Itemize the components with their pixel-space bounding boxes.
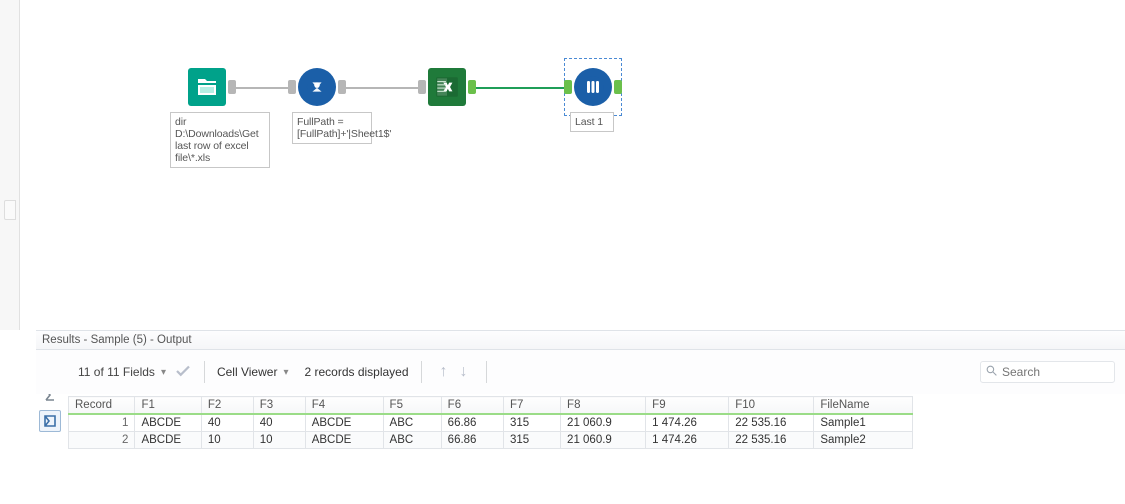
caret-down-icon[interactable]: ▾ xyxy=(283,367,288,378)
workflow-canvas[interactable]: dir D:\Downloads\Get last row of excel f… xyxy=(20,0,1125,330)
arrow-down-icon[interactable]: ↓ xyxy=(460,363,468,381)
cell[interactable]: 40 xyxy=(253,414,305,432)
column-header[interactable]: F3 xyxy=(253,397,305,415)
results-toolbar: 11 of 11 Fields ▾ Cell Viewer ▾ 2 record… xyxy=(36,350,1125,394)
column-header[interactable]: F4 xyxy=(305,397,383,415)
column-header[interactable]: F1 xyxy=(135,397,201,415)
table-row[interactable]: 2ABCDE1010ABCDEABC66.8631521 060.91 474.… xyxy=(69,432,913,449)
tool-label: dir D:\Downloads\Get last row of excel f… xyxy=(170,112,270,168)
formula-icon xyxy=(306,76,328,98)
anchor-out[interactable] xyxy=(468,80,476,94)
cell[interactable]: 66.86 xyxy=(441,432,503,449)
cell[interactable]: 10 xyxy=(201,432,253,449)
cell[interactable]: 21 060.9 xyxy=(561,414,646,432)
search-field[interactable] xyxy=(980,361,1115,383)
search-input[interactable] xyxy=(1002,365,1110,379)
cell[interactable]: ABCDE xyxy=(305,432,383,449)
anchor-out[interactable] xyxy=(614,80,622,94)
divider xyxy=(486,361,487,383)
table-row[interactable]: 1ABCDE4040ABCDEABC66.8631521 060.91 474.… xyxy=(69,414,913,432)
cell[interactable]: ABC xyxy=(383,432,441,449)
anchor-out[interactable] xyxy=(338,80,346,94)
cell[interactable]: Sample2 xyxy=(814,432,913,449)
connector xyxy=(236,87,288,89)
cell[interactable]: 1 474.26 xyxy=(646,432,729,449)
left-sidebar xyxy=(0,0,20,330)
tool-label: Last 1 xyxy=(570,112,614,132)
cell[interactable]: ABC xyxy=(383,414,441,432)
cell[interactable]: 315 xyxy=(503,414,560,432)
column-header[interactable]: F2 xyxy=(201,397,253,415)
directory-icon xyxy=(195,75,219,99)
column-header[interactable]: F7 xyxy=(503,397,560,415)
cell[interactable]: 10 xyxy=(253,432,305,449)
anchor-in[interactable] xyxy=(418,80,426,94)
caret-down-icon[interactable]: ▾ xyxy=(161,367,166,378)
connector xyxy=(476,87,564,89)
cell[interactable]: ABCDE xyxy=(305,414,383,432)
tool-directory[interactable]: dir D:\Downloads\Get last row of excel f… xyxy=(188,68,226,106)
cell[interactable]: 22 535.16 xyxy=(729,414,814,432)
cell[interactable]: ABCDE xyxy=(135,414,201,432)
column-header[interactable]: F8 xyxy=(561,397,646,415)
cell[interactable]: 1 474.26 xyxy=(646,414,729,432)
column-header[interactable]: Record xyxy=(69,397,135,415)
column-header[interactable]: F6 xyxy=(441,397,503,415)
results-grid[interactable]: RecordF1F2F3F4F5F6F7F8F9F10FileName 1ABC… xyxy=(68,396,913,449)
column-header[interactable]: FileName xyxy=(814,397,913,415)
cell[interactable]: 1 xyxy=(69,414,135,432)
excel-icon xyxy=(434,74,460,100)
cell[interactable]: 2 xyxy=(69,432,135,449)
anchor-out[interactable] xyxy=(228,80,236,94)
cell-viewer-label[interactable]: Cell Viewer xyxy=(217,365,277,379)
cell[interactable]: ABCDE xyxy=(135,432,201,449)
anchor-in[interactable] xyxy=(564,80,572,94)
tool-sample[interactable]: Last 1 xyxy=(574,68,612,106)
sample-icon xyxy=(581,75,605,99)
results-view-record-icon[interactable] xyxy=(39,410,61,432)
tool-formula[interactable]: FullPath = [FullPath]+'|Sheet1$' xyxy=(298,68,336,106)
column-header[interactable]: F9 xyxy=(646,397,729,415)
tool-label: FullPath = [FullPath]+'|Sheet1$' xyxy=(292,112,372,144)
cell[interactable]: 66.86 xyxy=(441,414,503,432)
anchor-in[interactable] xyxy=(288,80,296,94)
column-header[interactable]: F10 xyxy=(729,397,814,415)
search-icon xyxy=(985,364,998,380)
cell[interactable]: 21 060.9 xyxy=(561,432,646,449)
tool-dynamic-input[interactable] xyxy=(428,68,466,106)
sidebar-tab[interactable] xyxy=(4,200,16,220)
cell[interactable]: Sample1 xyxy=(814,414,913,432)
results-title: Results - Sample (5) - Output xyxy=(36,330,1125,350)
records-displayed: 2 records displayed xyxy=(304,365,408,379)
arrow-up-icon[interactable]: ↑ xyxy=(440,363,448,381)
cell[interactable]: 22 535.16 xyxy=(729,432,814,449)
check-icon[interactable] xyxy=(174,362,192,383)
column-header[interactable]: F5 xyxy=(383,397,441,415)
connector xyxy=(346,87,418,89)
cell[interactable]: 315 xyxy=(503,432,560,449)
fields-count[interactable]: 11 of 11 Fields xyxy=(78,365,155,379)
cell[interactable]: 40 xyxy=(201,414,253,432)
